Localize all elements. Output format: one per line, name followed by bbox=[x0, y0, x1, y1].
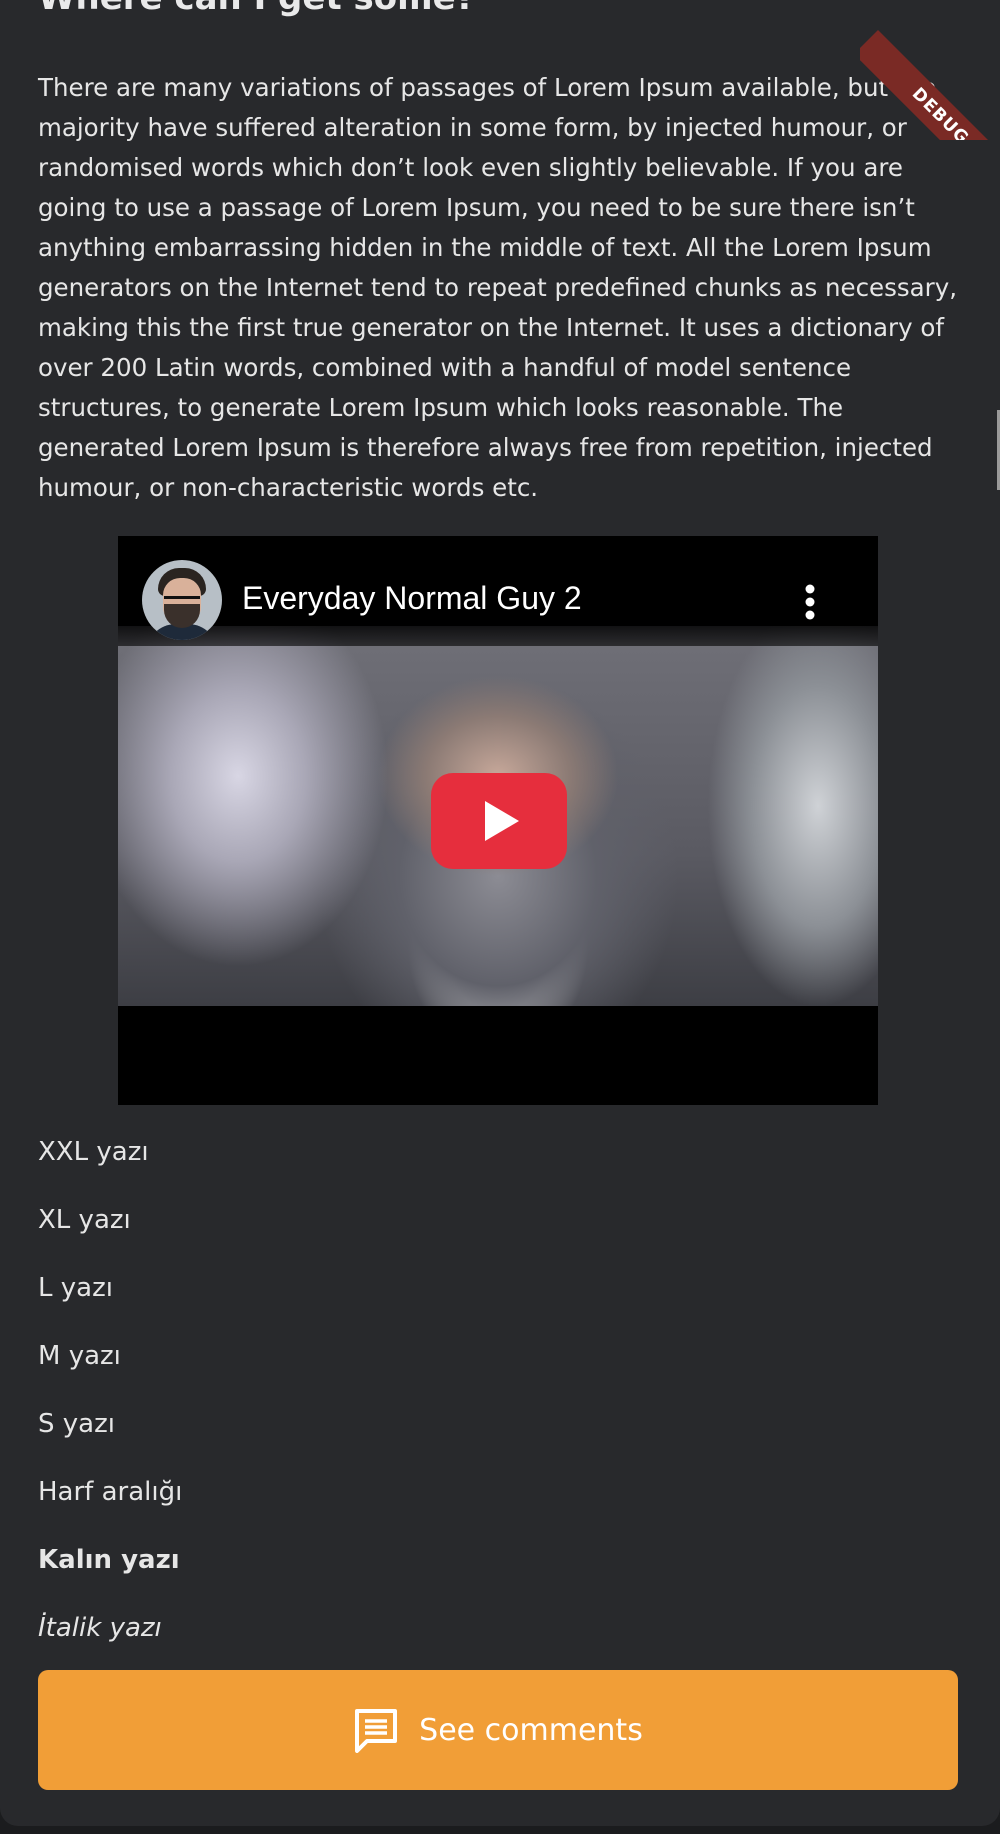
text-sample-l: L yazı bbox=[38, 1273, 113, 1303]
text-sample-italic: İtalik yazı bbox=[38, 1613, 162, 1643]
channel-avatar[interactable] bbox=[142, 560, 222, 640]
see-comments-label: See comments bbox=[419, 1712, 643, 1748]
text-sample-xxl: XXL yazı bbox=[38, 1137, 149, 1167]
text-sample-m: M yazı bbox=[38, 1341, 121, 1371]
youtube-play-icon[interactable] bbox=[431, 773, 567, 869]
text-sample-bold: Kalın yazı bbox=[38, 1545, 180, 1575]
video-title[interactable]: Everyday Normal Guy 2 bbox=[242, 580, 582, 617]
youtube-video-player[interactable]: Everyday Normal Guy 2 bbox=[118, 536, 878, 1105]
text-sample-letter-spacing: Harf aralığı bbox=[38, 1477, 183, 1507]
more-vert-icon[interactable] bbox=[800, 582, 820, 622]
video-letterbox bbox=[118, 1014, 878, 1105]
article-body: There are many variations of passages of… bbox=[38, 73, 958, 502]
comment-icon bbox=[355, 1709, 398, 1753]
text-sample-s: S yazı bbox=[38, 1409, 115, 1439]
see-comments-button[interactable]: See comments bbox=[38, 1670, 958, 1790]
article-heading: Where can I get some? bbox=[38, 0, 475, 18]
app-screen: Where can I get some? There are many var… bbox=[0, 0, 1000, 1826]
text-sample-xl: XL yazı bbox=[38, 1205, 131, 1235]
